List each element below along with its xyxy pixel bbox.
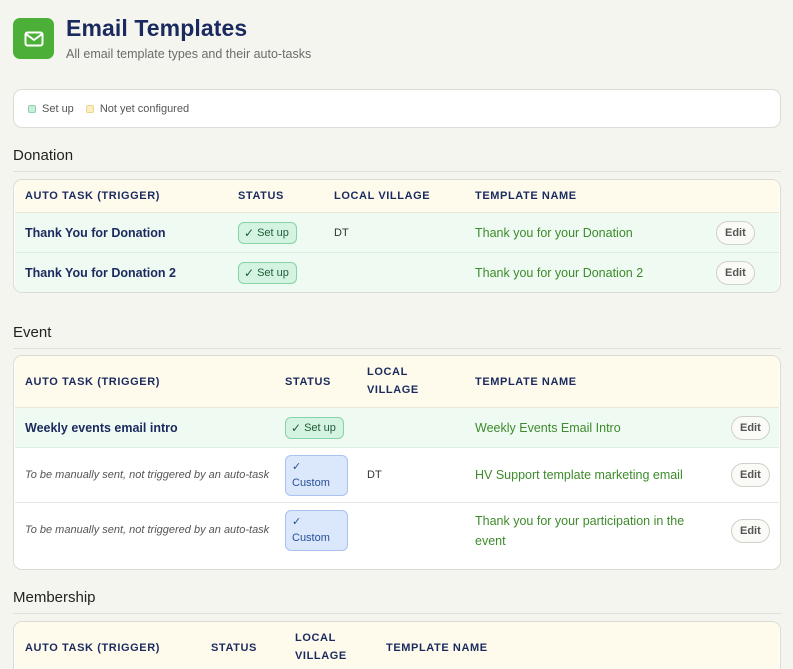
mail-icon: [13, 18, 54, 59]
legend-not-configured: Not yet configured: [85, 102, 190, 115]
column-header-status: STATUS: [285, 375, 331, 388]
column-header-trigger: AUTO TASK (TRIGGER): [25, 642, 161, 654]
edit-button[interactable]: Edit: [716, 260, 755, 285]
legend-set-up: Set up: [28, 103, 74, 115]
column-header-trigger: AUTO TASK (TRIGGER): [25, 375, 161, 388]
not-configured-swatch: [85, 104, 94, 113]
status-badge: ✓ Custom: [285, 454, 348, 496]
table-row: Weekly events email intro ✓ Set up Weekly…: [15, 408, 779, 448]
check-icon: ✓: [244, 225, 255, 240]
edit-button[interactable]: Edit: [731, 518, 770, 543]
event-table: AUTO TASK (TRIGGER) STATUS LOCAL VILLAGE …: [13, 355, 781, 570]
status-label: Custom: [292, 476, 330, 489]
legend-set-up-label: Set up: [42, 102, 74, 115]
column-header-status: STATUS: [238, 190, 284, 202]
status-legend: Set up Not yet configured: [13, 89, 781, 128]
column-header-template: TEMPLATE NAME: [386, 642, 488, 654]
column-header-village: LOCAL VILLAGE: [295, 629, 347, 665]
template-name-link[interactable]: HV Support template marketing email: [475, 465, 683, 485]
trigger-name: To be manually sent, not triggered by an…: [25, 468, 270, 481]
column-header-trigger: AUTO TASK (TRIGGER): [25, 190, 161, 202]
section-title-membership: Membership: [13, 589, 781, 614]
status-label: Set up: [257, 266, 289, 279]
table-header-row: AUTO TASK (TRIGGER) STATUS LOCAL VILLAGE …: [15, 356, 779, 408]
page-subtitle: All email template types and their auto-…: [66, 47, 312, 61]
set-up-swatch: [28, 104, 36, 113]
template-name-link[interactable]: Thank you for your participation in the …: [475, 511, 715, 551]
trigger-name: Thank You for Donation 2: [25, 265, 176, 280]
check-icon: ✓: [244, 265, 255, 280]
trigger-name: Thank You for Donation: [25, 225, 166, 240]
status-badge: ✓ Set up: [238, 261, 297, 284]
edit-button[interactable]: Edit: [731, 415, 770, 440]
local-village: DT: [334, 226, 349, 239]
trigger-name: To be manually sent, not triggered by an…: [25, 524, 270, 536]
status-badge: ✓ Set up: [285, 416, 344, 439]
column-header-status: STATUS: [211, 642, 257, 654]
column-header-template: TEMPLATE NAME: [475, 375, 577, 388]
template-name-link[interactable]: Weekly Events Email Intro: [475, 418, 621, 438]
status-badge: ✓ Set up: [238, 221, 297, 244]
status-badge: ✓ Custom: [285, 510, 348, 551]
status-label: Custom: [292, 532, 330, 544]
edit-button[interactable]: Edit: [716, 220, 755, 245]
page-header: Email Templates All email template types…: [13, 14, 311, 61]
trigger-name: Weekly events email intro: [25, 420, 178, 435]
check-icon: ✓: [292, 516, 302, 528]
column-header-village: LOCAL VILLAGE: [334, 190, 431, 202]
template-name-link[interactable]: Thank you for your Donation 2: [475, 263, 643, 283]
page-title: Email Templates: [66, 15, 248, 41]
column-header-template: TEMPLATE NAME: [475, 190, 577, 202]
status-label: Set up: [304, 421, 336, 434]
column-header-village-line1: LOCAL: [295, 632, 336, 644]
column-header-village: LOCAL VILLAGE: [367, 363, 419, 399]
membership-table: AUTO TASK (TRIGGER) STATUS LOCAL VILLAGE …: [13, 621, 781, 669]
check-icon: ✓: [291, 420, 302, 435]
section-title-donation: Donation: [13, 147, 781, 172]
status-label: Set up: [257, 226, 289, 239]
table-row: Thank You for Donation 2 ✓ Set up Thank y…: [15, 253, 779, 292]
table-header-row: AUTO TASK (TRIGGER) STATUS LOCAL VILLAGE…: [15, 180, 779, 213]
local-village: DT: [367, 469, 382, 481]
table-row: To be manually sent, not triggered by an…: [15, 448, 779, 503]
template-name-link[interactable]: Thank you for your Donation: [475, 223, 633, 243]
column-header-village-line2: VILLAGE: [295, 650, 347, 662]
column-header-village-line2: VILLAGE: [367, 384, 419, 396]
donation-table: AUTO TASK (TRIGGER) STATUS LOCAL VILLAGE…: [13, 179, 781, 293]
column-header-village-line1: LOCAL: [367, 366, 408, 378]
section-title-event: Event: [13, 324, 781, 349]
table-header-row: AUTO TASK (TRIGGER) STATUS LOCAL VILLAGE …: [15, 622, 779, 669]
table-row: To be manually sent, not triggered by an…: [15, 503, 779, 558]
legend-not-configured-label: Not yet configured: [99, 102, 190, 115]
edit-button[interactable]: Edit: [731, 463, 770, 487]
check-icon: ✓: [292, 460, 302, 473]
table-row: Thank You for Donation ✓ Set up DT Thank …: [15, 213, 779, 253]
